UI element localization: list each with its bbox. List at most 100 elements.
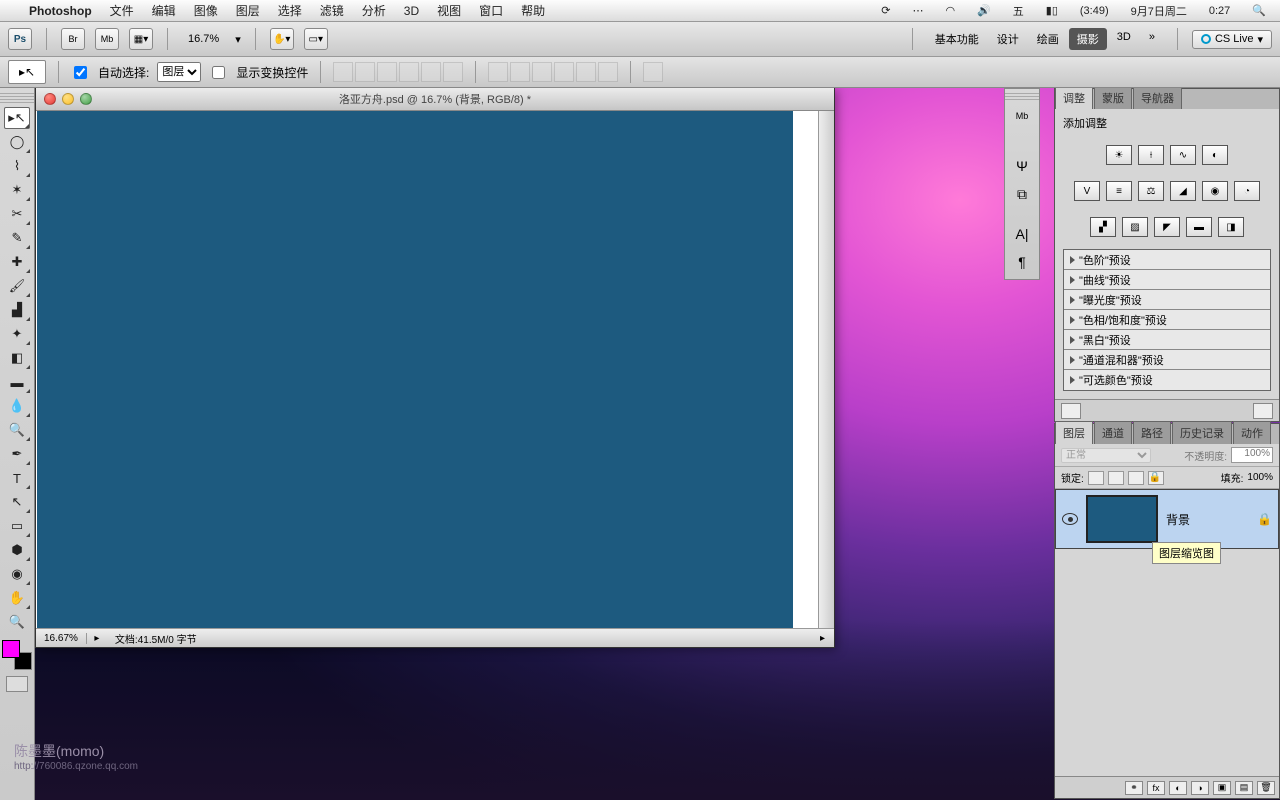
shape-tool[interactable]: ▭ [4,515,30,537]
screen-mode-button[interactable]: ▭▾ [304,28,328,50]
stamp-tool[interactable]: ▟ [4,299,30,321]
tab-history[interactable]: 历史记录 [1172,421,1232,444]
adj-clip-icon[interactable] [1061,403,1081,419]
cs-live-button[interactable]: CS Live▾ [1192,30,1272,49]
character-panel-icon[interactable]: A| [1009,221,1035,247]
link-layers-icon[interactable]: ⚭ [1125,781,1143,795]
align-btn[interactable] [377,62,397,82]
gradient-map-icon[interactable]: ▬ [1186,217,1212,237]
photo-filter-icon[interactable]: ◉ [1202,181,1228,201]
brush-panel-icon[interactable]: Ψ [1009,153,1035,179]
battery-icon[interactable]: ▮▯ [1040,4,1064,17]
ws-photography[interactable]: 摄影 [1069,28,1107,50]
menu-file[interactable]: 文件 [101,2,143,19]
layer-visibility-toggle[interactable] [1062,513,1078,525]
workspace-switcher[interactable]: 基本功能 设计 绘画 摄影 3D » [927,28,1163,50]
hand-tool[interactable]: ✋ [4,587,30,609]
lock-transparency-icon[interactable] [1088,471,1104,485]
doc-info[interactable]: 文档:41.5M/0 字节 [107,631,205,646]
layer-name[interactable]: 背景 [1166,511,1249,528]
3d-tool[interactable]: ⬢ [4,539,30,561]
brightness-contrast-icon[interactable]: ☀ [1106,145,1132,165]
selective-color-icon[interactable]: ◨ [1218,217,1244,237]
lock-all-icon[interactable]: 🔒 [1148,471,1164,485]
menu-layer[interactable]: 图层 [227,2,269,19]
zoom-level-dropdown[interactable]: 16.7% [182,33,225,45]
hand-tool-button[interactable]: ✋▾ [270,28,294,50]
preset-bw[interactable]: "黑白"预设 [1064,330,1270,350]
preset-levels[interactable]: "色阶"预设 [1064,250,1270,270]
align-btn[interactable] [355,62,375,82]
layer-thumbnail[interactable] [1086,495,1158,543]
tab-channels[interactable]: 通道 [1094,421,1132,444]
healing-tool[interactable]: ✚ [4,251,30,273]
time-text[interactable]: 0:27 [1203,5,1236,17]
distribute-btn[interactable] [532,62,552,82]
tab-paths[interactable]: 路径 [1133,421,1171,444]
bw-icon[interactable]: ◢ [1170,181,1196,201]
menu-edit[interactable]: 编辑 [143,2,185,19]
zoom-field[interactable]: 16.67% [36,633,87,644]
menu-select[interactable]: 选择 [269,2,311,19]
mask-icon[interactable]: ◐ [1169,781,1187,795]
posterize-icon[interactable]: ▨ [1122,217,1148,237]
tab-adjustments[interactable]: 调整 [1055,86,1093,109]
vibrance-icon[interactable]: V [1074,181,1100,201]
levels-icon[interactable]: ⟊ [1138,145,1164,165]
arrange-docs-button[interactable]: ▦▾ [129,28,153,50]
color-swatches[interactable] [2,640,32,670]
wifi-icon[interactable]: ◠ [939,4,961,17]
fill-field[interactable]: 100% [1247,472,1273,483]
align-btn[interactable] [333,62,353,82]
bridge-button[interactable]: Br [61,28,85,50]
gradient-tool[interactable]: ▬ [4,371,30,393]
auto-select-checkbox[interactable] [74,66,87,79]
lock-position-icon[interactable] [1128,471,1144,485]
menu-window[interactable]: 窗口 [470,2,512,19]
dodge-tool[interactable]: 🔍 [4,419,30,441]
document-titlebar[interactable]: 洛亚方舟.psd @ 16.7% (背景, RGB/8) * [36,88,834,111]
status-menu-icon[interactable]: ▸ [87,633,107,644]
sync-icon[interactable]: ⟳ [875,4,896,17]
adj-layer-icon[interactable]: ◑ [1191,781,1209,795]
app-menu[interactable]: Photoshop [20,4,101,18]
brush-tool[interactable]: 🖌 [4,275,30,297]
marquee-tool[interactable]: ◯ [4,131,30,153]
exposure-icon[interactable]: ◐ [1202,145,1228,165]
menu-analysis[interactable]: 分析 [353,2,395,19]
quick-select-tool[interactable]: ✶ [4,179,30,201]
tool-preset-picker[interactable]: ▸↖ [8,60,46,84]
distribute-btn[interactable] [510,62,530,82]
fx-icon[interactable]: fx [1147,781,1165,795]
preset-exposure[interactable]: "曝光度"预设 [1064,290,1270,310]
blur-tool[interactable]: 💧 [4,395,30,417]
path-select-tool[interactable]: ↖ [4,491,30,513]
preset-curves[interactable]: "曲线"预设 [1064,270,1270,290]
auto-select-dropdown[interactable]: 图层 [157,62,201,82]
lock-pixels-icon[interactable] [1108,471,1124,485]
ws-essentials[interactable]: 基本功能 [927,28,987,50]
canvas[interactable] [37,111,793,628]
move-tool[interactable]: ▸↖ [4,107,30,129]
3d-camera-tool[interactable]: ◉ [4,563,30,585]
foreground-color-swatch[interactable] [2,640,20,658]
tab-layers[interactable]: 图层 [1055,421,1093,444]
tab-masks[interactable]: 蒙版 [1094,86,1132,109]
opacity-field[interactable]: 100% [1231,447,1273,463]
spotlight-icon[interactable]: 🔍 [1246,4,1272,17]
dock-handle[interactable] [1005,93,1039,101]
quick-mask-toggle[interactable] [6,676,28,692]
type-tool[interactable]: T [4,467,30,489]
minibridge-button[interactable]: Mb [95,28,119,50]
zoom-tool[interactable]: 🔍 [4,611,30,633]
canvas-area[interactable] [36,111,818,628]
pen-tool[interactable]: ✒ [4,443,30,465]
dots-icon[interactable]: ⋯ [906,4,929,17]
blend-mode-dropdown[interactable]: 正常 [1061,448,1151,463]
tab-actions[interactable]: 动作 [1233,421,1271,444]
menu-3d[interactable]: 3D [395,4,428,18]
menu-image[interactable]: 图像 [185,2,227,19]
invert-icon[interactable]: ▞ [1090,217,1116,237]
channel-mixer-icon[interactable]: ◔ [1234,181,1260,201]
menu-view[interactable]: 视图 [428,2,470,19]
